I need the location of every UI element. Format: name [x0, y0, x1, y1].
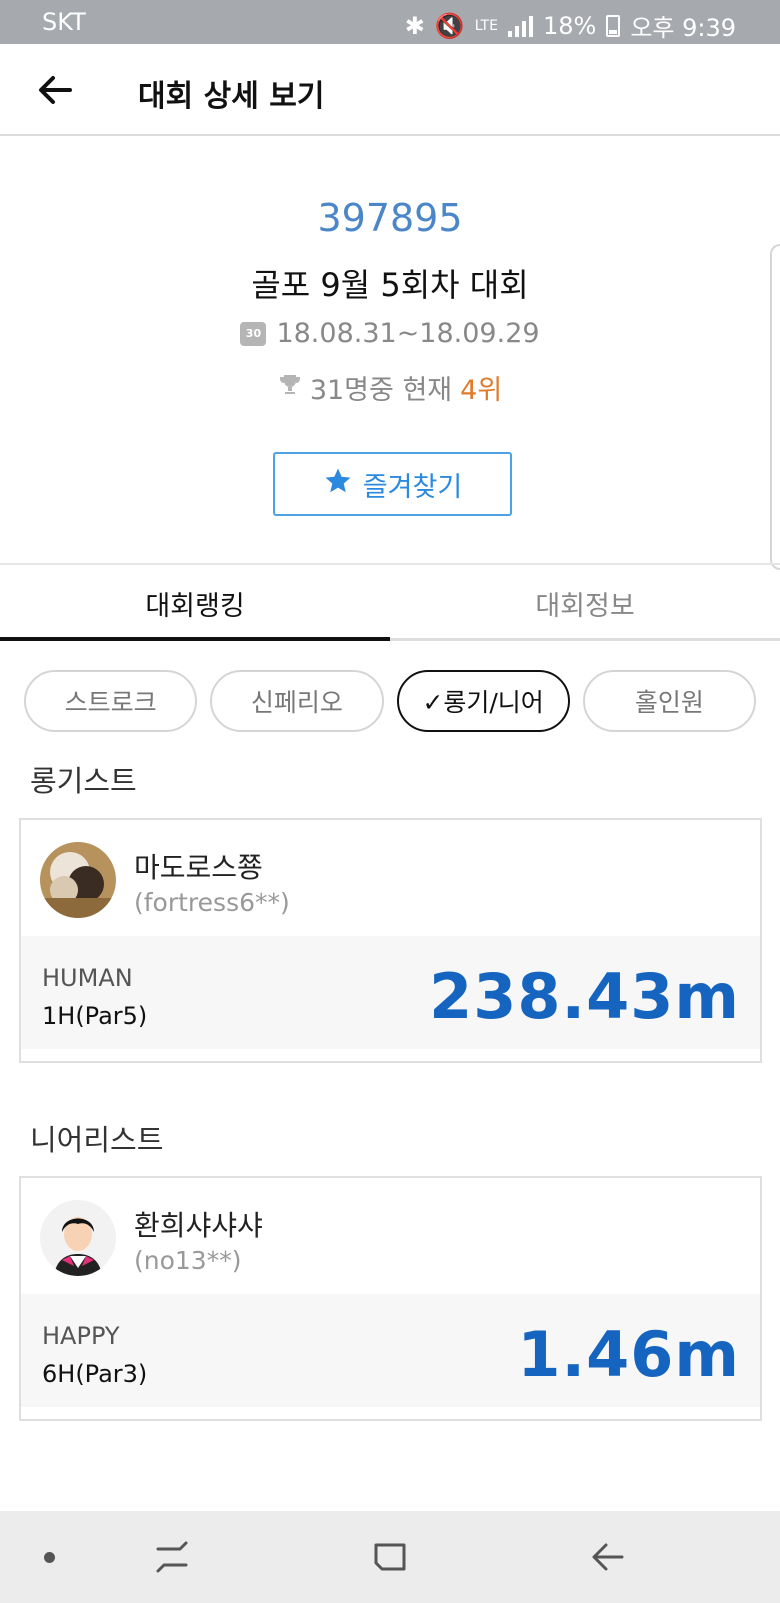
- back-icon[interactable]: [586, 1535, 630, 1579]
- clock: 오후 9:39: [630, 14, 736, 42]
- status-bar: SKT ✱ 🔇 LTE 18% 오후 9:39: [0, 0, 780, 44]
- record-panel: HUMAN 1H(Par5) 238.43m: [21, 936, 760, 1049]
- back-arrow-icon[interactable]: [34, 68, 78, 112]
- nav-dot-icon[interactable]: [44, 1552, 55, 1563]
- filter-new-perio[interactable]: 신페리오: [210, 670, 384, 732]
- active-tab-indicator: [0, 637, 390, 641]
- carrier-label: SKT: [42, 8, 86, 36]
- star-icon: [323, 466, 353, 503]
- longest-heading: 롱기스트: [30, 764, 137, 798]
- player-id: (fortress6**): [134, 888, 290, 917]
- mute-icon: 🔇: [434, 11, 465, 40]
- favorite-button[interactable]: 즐겨찾기: [273, 452, 512, 516]
- competition-period: 30 18.08.31~18.09.29: [0, 318, 780, 349]
- player-nickname: 환희샤샤샤: [134, 1209, 263, 1242]
- hole-info: 6H(Par3): [42, 1360, 148, 1388]
- competition-code: 397895: [317, 196, 463, 240]
- system-navigation-bar: [0, 1511, 780, 1603]
- status-icons: ✱ 🔇 LTE 18% 오후 9:39: [405, 8, 736, 43]
- tab-info[interactable]: 대회정보: [390, 565, 780, 641]
- competition-title: 골포 9월 5회차 대회: [251, 266, 529, 304]
- filter-longest-nearest[interactable]: ✓롱기/니어: [396, 670, 570, 732]
- club-name: HAPPY: [42, 1322, 120, 1350]
- page-title: 대회 상세 보기: [138, 79, 325, 114]
- favorite-label: 즐겨찾기: [362, 471, 463, 503]
- signal-icon: [507, 15, 533, 37]
- period-text: 18.08.31~18.09.29: [276, 318, 540, 349]
- battery-icon: [606, 14, 621, 37]
- filter-chips: 스트로크 신페리오 ✓롱기/니어 홀인원: [24, 670, 756, 732]
- tab-bar: 대회랭킹 대회정보: [0, 565, 780, 641]
- tab-ranking[interactable]: 대회랭킹: [0, 565, 390, 641]
- rank-info: 31명중 현재 4위: [0, 368, 780, 407]
- filter-hole-in-one[interactable]: 홀인원: [582, 670, 756, 732]
- side-panel-handle[interactable]: [770, 244, 780, 570]
- avatar: [40, 842, 116, 918]
- trophy-icon: [278, 372, 302, 403]
- player-id: (no13**): [134, 1246, 242, 1275]
- longest-card[interactable]: 마도로스쭁 (fortress6**) HUMAN 1H(Par5) 238.4…: [19, 818, 762, 1063]
- club-name: HUMAN: [42, 964, 133, 992]
- calendar-icon: 30: [240, 321, 267, 346]
- tab-info-label: 대회정보: [535, 590, 635, 622]
- hole-info: 1H(Par5): [42, 1002, 148, 1030]
- record-panel: HAPPY 6H(Par3) 1.46m: [21, 1294, 760, 1407]
- app-bar: 대회 상세 보기: [0, 44, 780, 136]
- network-label: LTE: [474, 17, 498, 34]
- battery-percent: 18%: [542, 11, 597, 40]
- player-nickname: 마도로스쭁: [134, 851, 263, 884]
- home-icon[interactable]: [368, 1535, 412, 1579]
- nearest-card[interactable]: 환희샤샤샤 (no13**) HAPPY 6H(Par3) 1.46m: [19, 1176, 762, 1421]
- current-rank: 4위: [460, 375, 503, 406]
- avatar: [40, 1200, 116, 1276]
- competition-summary: 397895 골포 9월 5회차 대회 30 18.08.31~18.09.29…: [0, 138, 780, 564]
- bluetooth-icon: ✱: [404, 11, 425, 40]
- recent-apps-icon[interactable]: [150, 1535, 194, 1579]
- distance-value: 238.43m: [429, 960, 740, 1033]
- rank-prefix: 31명중 현재: [309, 375, 453, 406]
- filter-stroke[interactable]: 스트로크: [24, 670, 198, 732]
- distance-value: 1.46m: [517, 1318, 740, 1391]
- nearest-heading: 니어리스트: [30, 1123, 164, 1157]
- tab-ranking-label: 대회랭킹: [145, 590, 245, 622]
